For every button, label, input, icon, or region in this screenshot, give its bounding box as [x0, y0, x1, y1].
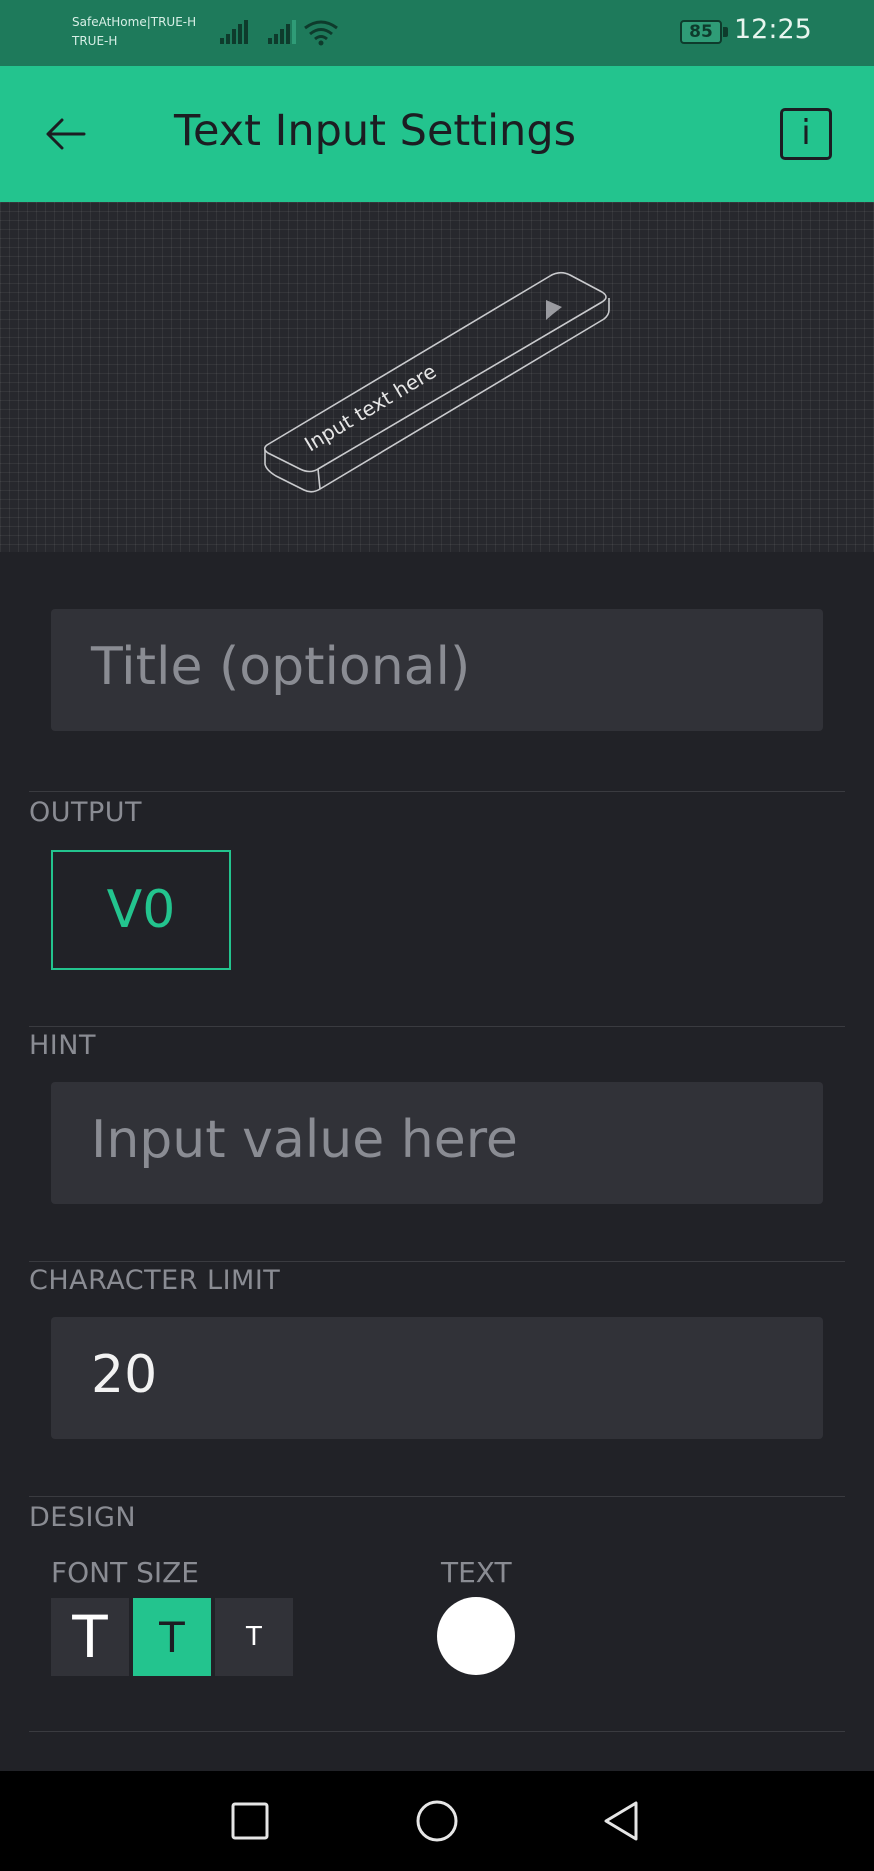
title-placeholder: Title (optional): [91, 637, 471, 697]
output-pin-selector[interactable]: V0: [51, 850, 231, 970]
widget-preview-text: Input text here: [300, 359, 440, 456]
text-color-label: TEXT: [441, 1556, 512, 1589]
signal-strength-icon-2: [268, 20, 296, 44]
home-icon[interactable]: [407, 1791, 467, 1851]
divider: [29, 1261, 845, 1262]
widget-preview: Input text here: [0, 202, 874, 552]
font-size-label: FONT SIZE: [51, 1556, 199, 1589]
recent-apps-icon[interactable]: [220, 1791, 280, 1851]
title-input[interactable]: Title (optional): [51, 609, 823, 731]
divider: [29, 1731, 845, 1732]
font-size-small-button[interactable]: T: [215, 1598, 293, 1676]
font-size-medium-button[interactable]: T: [133, 1598, 211, 1676]
wifi-icon: [304, 20, 338, 46]
back-arrow-icon: [46, 118, 86, 150]
divider: [29, 1026, 845, 1027]
clock: 12:25: [734, 14, 812, 45]
battery-icon: [723, 27, 728, 37]
font-size-large-button[interactable]: T: [51, 1598, 129, 1676]
back-button[interactable]: [30, 102, 100, 166]
character-limit-label: CHARACTER LIMIT: [29, 1265, 281, 1296]
divider: [29, 1496, 845, 1497]
battery-level: 85: [680, 20, 722, 44]
character-limit-value: 20: [91, 1345, 158, 1405]
text-color-swatch[interactable]: [437, 1597, 515, 1675]
navigation-bar: [0, 1771, 874, 1871]
divider: [29, 791, 845, 792]
carrier-line-1: SafeAtHome|TRUE-H: [72, 15, 197, 29]
info-button[interactable]: i: [780, 108, 832, 160]
status-bar: SafeAtHome|TRUE-H TRUE-H 85 12:25: [0, 0, 874, 66]
output-label: OUTPUT: [29, 797, 143, 828]
carrier-line-2: TRUE-H: [72, 34, 118, 48]
hint-label: HINT: [29, 1030, 96, 1061]
app-bar: Text Input Settings i: [0, 66, 874, 202]
send-arrow-icon: [546, 300, 562, 320]
hint-input[interactable]: Input value here: [51, 1082, 823, 1204]
carrier-info: SafeAtHome|TRUE-H TRUE-H: [72, 13, 196, 51]
page-title: Text Input Settings: [174, 106, 577, 156]
back-nav-icon[interactable]: [592, 1791, 652, 1851]
character-limit-input[interactable]: 20: [51, 1317, 823, 1439]
hint-value: Input value here: [91, 1110, 518, 1170]
design-label: DESIGN: [29, 1502, 137, 1533]
text-input-widget-illustration: Input text here: [263, 271, 610, 493]
signal-strength-icon: [220, 20, 248, 44]
